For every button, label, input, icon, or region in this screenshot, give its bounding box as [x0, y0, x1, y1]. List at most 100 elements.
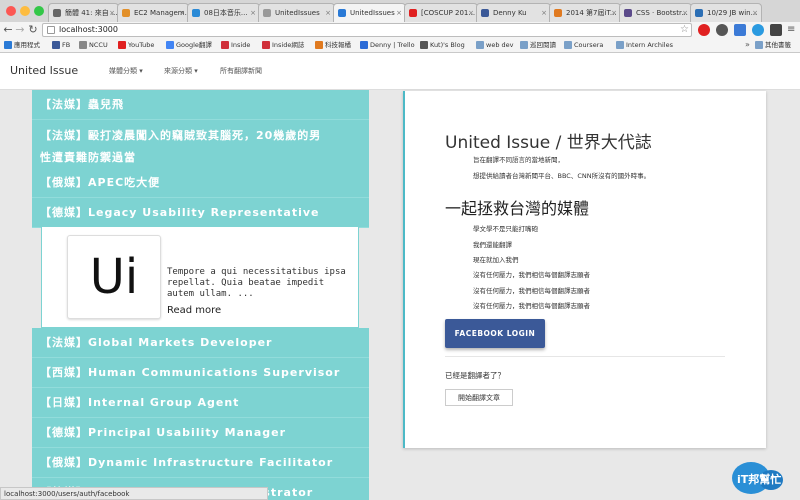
- bookmark-item[interactable]: Kut)'s Blog: [420, 39, 465, 51]
- bookmark-icon: [118, 41, 126, 49]
- read-more-link[interactable]: Read more: [167, 305, 221, 316]
- article-item[interactable]: 【法媒】Global Markets Developer: [32, 328, 369, 358]
- article-item[interactable]: 【德媒】Principal Usability Manager: [32, 418, 369, 448]
- featured-article-card[interactable]: Ui Tempore a qui necessitatibus ipsa rep…: [41, 226, 359, 328]
- tab-label: UnitedIssues: [275, 9, 320, 17]
- adblock-icon[interactable]: [698, 24, 710, 36]
- bookmark-item[interactable]: Inside網誌: [262, 39, 304, 51]
- page-icon: [47, 26, 55, 34]
- close-tab-icon[interactable]: ×: [109, 4, 115, 22]
- extension-icon[interactable]: [770, 24, 782, 36]
- tab-label: 10/29 JB win...: [707, 9, 758, 17]
- browser-tab[interactable]: Denny Ku ×: [476, 3, 551, 22]
- bookmark-label: Denny | Trello: [370, 41, 415, 49]
- close-tab-icon[interactable]: ×: [179, 4, 185, 22]
- watermark-text: iT邦幫忙: [737, 472, 781, 486]
- bookmark-item[interactable]: Denny | Trello: [360, 39, 415, 51]
- bookmark-label: FB: [62, 41, 71, 49]
- bookmark-item[interactable]: web dev: [476, 39, 513, 51]
- facebook-login-button[interactable]: FACEBOOK LOGIN: [445, 319, 545, 348]
- article-item[interactable]: 【俄媒】Dynamic Infrastructure Facilitator: [32, 448, 369, 478]
- close-tab-icon[interactable]: ×: [682, 4, 688, 22]
- back-arrow-icon[interactable]: ←: [2, 22, 14, 38]
- bookmark-icon: [360, 41, 368, 49]
- close-tab-icon[interactable]: ×: [752, 4, 758, 22]
- bookmark-item[interactable]: 巡回閱讀: [520, 39, 556, 51]
- extension-icon[interactable]: [734, 24, 746, 36]
- bookmark-item[interactable]: YouTube: [118, 39, 154, 51]
- bookmark-item[interactable]: Intern Archiles: [616, 39, 673, 51]
- bookmark-item[interactable]: FB: [52, 39, 70, 51]
- start-translating-button[interactable]: 開始翻譯文章: [445, 389, 513, 406]
- close-tab-icon[interactable]: ×: [611, 4, 617, 22]
- bookmark-icon: [616, 41, 624, 49]
- bookmark-icon: [262, 41, 270, 49]
- article-item[interactable]: 【法媒】蟲兒飛: [32, 90, 369, 120]
- youtube-icon: [409, 9, 417, 17]
- tab-label: 08日本音乐...: [204, 9, 248, 17]
- bookmarks-overflow-icon[interactable]: »: [745, 39, 750, 51]
- nav-all-translations[interactable]: 所有翻譯新聞: [220, 53, 262, 89]
- article-item[interactable]: 【西媒】Human Communications Supervisor: [32, 358, 369, 388]
- address-bar[interactable]: localhost:3000: [42, 23, 692, 37]
- mission-line: 沒有任何壓力，我們相信每個翻譯志願者: [473, 287, 590, 295]
- bookmark-item[interactable]: Coursera: [564, 39, 603, 51]
- browser-tab[interactable]: CSS · Bootstr... ×: [619, 3, 692, 22]
- mission-line: 沒有任何壓力，我們相信每個翻譯志願者: [473, 271, 590, 279]
- divider: [445, 356, 725, 357]
- reload-icon[interactable]: ↻: [27, 22, 39, 38]
- article-title: Dynamic Infrastructure Facilitator: [88, 456, 334, 469]
- bookmark-label: YouTube: [128, 41, 155, 49]
- bookmark-label: Intern Archiles: [626, 41, 673, 49]
- menu-icon[interactable]: ≡: [787, 24, 795, 36]
- browser-tab[interactable]: EC2 Managem... ×: [117, 3, 189, 22]
- maximize-window-icon[interactable]: [34, 6, 44, 16]
- browser-tab[interactable]: 08日本音乐... ×: [187, 3, 260, 22]
- vpn-icon[interactable]: [752, 24, 764, 36]
- forward-arrow-icon[interactable]: →: [14, 22, 26, 38]
- close-window-icon[interactable]: [6, 6, 16, 16]
- page-icon: [263, 9, 271, 17]
- close-tab-icon[interactable]: ×: [541, 4, 547, 22]
- browser-tab[interactable]: 10/29 JB win... ×: [690, 3, 762, 22]
- media-tag: 【俄媒】: [40, 176, 88, 189]
- bookmark-item[interactable]: NCCU: [79, 39, 108, 51]
- site-brand[interactable]: United Issue: [10, 53, 78, 89]
- nav-media-category[interactable]: 媒體分類 ▾: [109, 53, 143, 89]
- mission-line: 沒有任何壓力，我們相信每個翻譯志願者: [473, 302, 590, 310]
- bookmark-icon: [476, 41, 484, 49]
- bookmark-item[interactable]: Inside: [221, 39, 250, 51]
- close-tab-icon[interactable]: ×: [396, 4, 402, 22]
- gear-icon[interactable]: [716, 24, 728, 36]
- close-tab-icon[interactable]: ×: [325, 4, 331, 22]
- browser-tab[interactable]: [COSCUP 201... ×: [404, 3, 478, 22]
- bookmark-label: 其他書籤: [765, 41, 791, 49]
- calendar-icon: [695, 9, 703, 17]
- bookmark-icon: [79, 41, 87, 49]
- bookmark-label: 應用程式: [14, 41, 40, 49]
- bookmark-label: Google翻譯: [176, 41, 212, 49]
- browser-tab[interactable]: 簡體 41: 來自 ... ×: [48, 3, 119, 22]
- nav-source-category[interactable]: 來源分類 ▾: [164, 53, 198, 89]
- article-item[interactable]: 【日媒】Internal Group Agent: [32, 388, 369, 418]
- browser-tab[interactable]: 2014 第7屆iT... ×: [549, 3, 621, 22]
- bookmark-item[interactable]: 應用程式: [4, 39, 40, 51]
- tab-label: CSS · Bootstr...: [636, 9, 688, 17]
- media-tag: 【德媒】: [40, 426, 88, 439]
- close-tab-icon[interactable]: ×: [250, 4, 256, 22]
- minimize-window-icon[interactable]: [20, 6, 30, 16]
- browser-tab[interactable]: UnitedIssues ×: [333, 3, 406, 22]
- article-item[interactable]: 【德媒】Legacy Usability Representative: [32, 198, 369, 228]
- bookmark-label: 巡回閱讀: [530, 41, 556, 49]
- browser-tab[interactable]: UnitedIssues ×: [258, 3, 335, 22]
- media-tag: 【法媒】: [40, 336, 88, 349]
- bookmark-star-icon[interactable]: ☆: [680, 24, 689, 36]
- translator-question: 已經是翻譯者了？: [445, 371, 505, 380]
- bookmark-icon: [4, 41, 12, 49]
- ithome-watermark-logo: iT邦幫忙: [732, 462, 783, 494]
- bookmark-item[interactable]: 科技報橘: [315, 39, 351, 51]
- article-item[interactable]: 【俄媒】APEC吃大便: [32, 168, 369, 198]
- bookmark-item[interactable]: 其他書籤: [755, 39, 791, 51]
- bookmark-item[interactable]: Google翻譯: [166, 39, 212, 51]
- close-tab-icon[interactable]: ×: [468, 4, 474, 22]
